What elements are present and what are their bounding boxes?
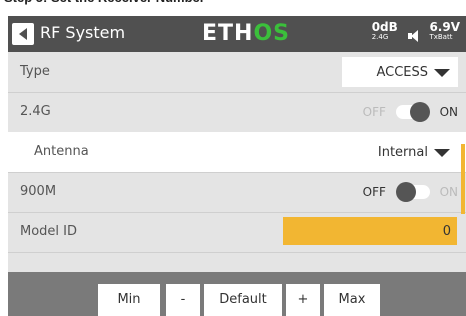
band-900m-label: 900M <box>20 184 57 199</box>
volume-sub: 2.4G <box>371 33 389 41</box>
antenna-label: Antenna <box>34 144 89 159</box>
chevron-down-icon <box>434 149 450 157</box>
model-id-value: 0 <box>442 224 451 239</box>
logo-os: OS <box>253 21 290 46</box>
scrollbar[interactable] <box>461 144 465 214</box>
page-title: RF System <box>40 23 126 42</box>
toggle-knob <box>395 181 416 202</box>
toggle-track <box>395 101 430 122</box>
toggle-on-label: ON <box>439 184 458 199</box>
toggle-off-label: OFF <box>362 104 386 119</box>
logo-eth: ETH <box>202 21 254 46</box>
volume-readout: 0dB 2.4G <box>372 20 398 41</box>
default-button[interactable]: Default <box>204 284 282 316</box>
type-value: ACCESS <box>376 65 428 80</box>
battery-value: 6.9V <box>429 20 460 34</box>
speaker-icon <box>407 29 420 42</box>
antenna-dropdown[interactable]: Internal <box>284 137 458 167</box>
chevron-down-icon <box>434 69 450 77</box>
volume-value: 0dB <box>371 20 398 34</box>
min-button[interactable]: Min <box>98 284 160 316</box>
settings-list: Type ACCESS 2.4G OFF ON Antenna Internal… <box>8 52 466 272</box>
type-dropdown[interactable]: ACCESS <box>342 57 458 87</box>
toggle-off-label: OFF <box>362 184 386 199</box>
page-caption: Step 5: Set the Receiver Number <box>4 0 205 8</box>
value-button-bar: Min - Default + Max <box>8 272 466 316</box>
model-id-label: Model ID <box>20 224 78 239</box>
type-label: Type <box>20 64 50 79</box>
battery-sub: TxBatt <box>429 33 453 41</box>
status-area: 0dB 2.4G 6.9V TxBatt <box>372 20 460 42</box>
title-bar: RF System ETHOS 0dB 2.4G 6.9V TxBatt <box>8 16 466 52</box>
band-24g-toggle[interactable]: OFF ON <box>362 101 458 122</box>
toggle-on-label: ON <box>439 104 458 119</box>
band-900m-row: 900M OFF ON <box>8 172 466 213</box>
band-24g-row: 2.4G OFF ON <box>8 92 466 133</box>
toggle-track <box>395 181 430 202</box>
max-button[interactable]: Max <box>324 284 380 316</box>
back-arrow-icon[interactable] <box>12 23 34 45</box>
toggle-knob <box>409 101 430 122</box>
band-24g-label: 2.4G <box>20 104 51 119</box>
model-id-field[interactable]: 0 <box>283 217 457 245</box>
type-row: Type ACCESS <box>8 52 466 93</box>
antenna-value: Internal <box>377 145 428 160</box>
decrement-button[interactable]: - <box>166 284 200 316</box>
battery-readout: 6.9V TxBatt <box>429 20 460 41</box>
band-900m-toggle[interactable]: OFF ON <box>362 181 458 202</box>
ethos-logo: ETHOS <box>202 21 290 46</box>
antenna-row: Antenna Internal <box>8 132 466 173</box>
model-id-row: Model ID 0 <box>8 212 466 253</box>
increment-button[interactable]: + <box>286 284 320 316</box>
